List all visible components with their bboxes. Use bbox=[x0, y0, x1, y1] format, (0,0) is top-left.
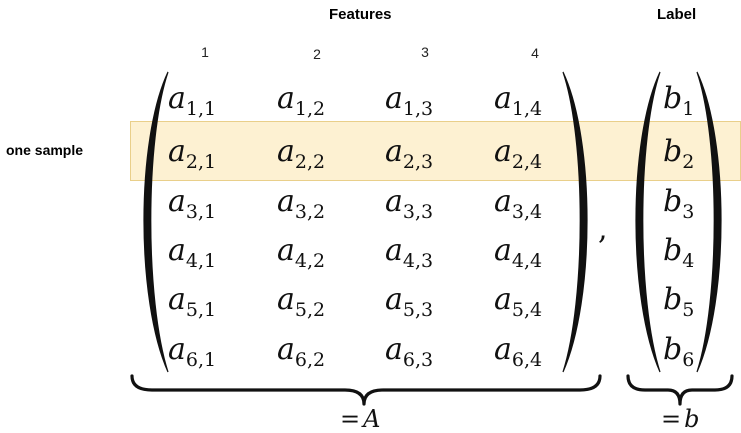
underbrace-a-label: = A bbox=[340, 405, 381, 433]
brackets-and-braces bbox=[130, 71, 734, 406]
vector-b-left-paren bbox=[635, 71, 661, 373]
matrix-a-left-paren bbox=[143, 71, 169, 373]
underbrace-b bbox=[626, 374, 734, 406]
underbrace-b-label: = b bbox=[661, 405, 700, 433]
vector-b-right-paren bbox=[696, 71, 722, 373]
matrix-a-right-paren bbox=[562, 71, 588, 373]
underbrace-a bbox=[130, 374, 602, 406]
